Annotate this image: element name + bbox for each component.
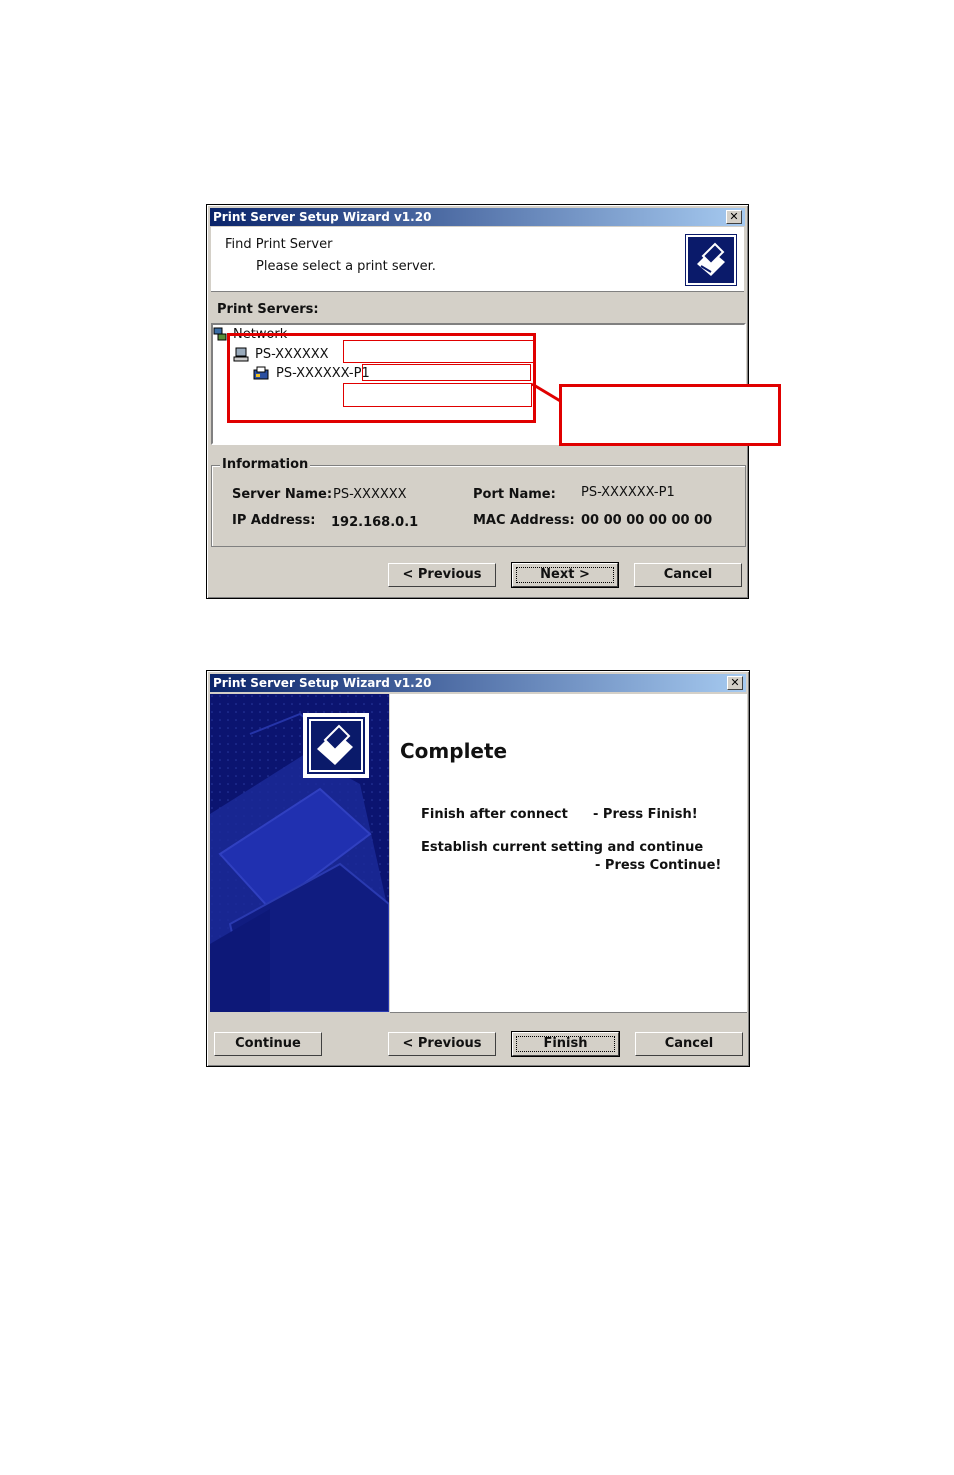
dialog-title-bar: Print Server Setup Wizard v1.20 ✕ <box>210 208 745 226</box>
previous-button[interactable]: < Previous <box>388 1032 496 1056</box>
ip-address-value: 192.168.0.1 <box>331 515 419 530</box>
cancel-button[interactable]: Cancel <box>635 1032 743 1056</box>
dialog-title: Print Server Setup Wizard v1.20 <box>213 676 432 690</box>
wizard-header: Find Print Server Please select a print … <box>211 227 744 292</box>
close-icon: ✕ <box>730 676 740 689</box>
wizard-sidebar-image <box>210 694 389 1012</box>
continue-button[interactable]: Continue <box>214 1032 322 1056</box>
previous-button[interactable]: < Previous <box>388 563 496 587</box>
finish-instruction: Finish after connect <box>421 807 568 822</box>
finish-button[interactable]: Finish <box>511 1031 620 1057</box>
close-button[interactable]: ✕ <box>727 676 743 690</box>
press-finish-text: - Press Finish! <box>593 807 698 822</box>
mac-address-value: 00 00 00 00 00 00 <box>581 513 713 528</box>
printer-icon <box>685 234 737 286</box>
information-group: Information Server Name: PS-XXXXXX Port … <box>211 457 746 547</box>
annotation-empty-box <box>343 383 532 407</box>
annotation-server-box <box>343 340 534 363</box>
dialog-title: Print Server Setup Wizard v1.20 <box>213 210 432 224</box>
header-subtitle: Please select a print server. <box>256 259 436 274</box>
focus-rect <box>516 567 614 583</box>
press-continue-text: - Press Continue! <box>595 858 722 873</box>
complete-heading: Complete <box>400 739 508 763</box>
complete-dialog: Print Server Setup Wizard v1.20 ✕ Comple… <box>206 670 750 1067</box>
information-legend: Information <box>220 457 311 472</box>
port-name-value: PS-XXXXXX-P1 <box>581 485 675 500</box>
server-name-label: Server Name: <box>232 487 333 502</box>
printer-logo-icon <box>303 713 369 778</box>
port-name-label: Port Name: <box>473 487 556 502</box>
network-icon <box>213 327 227 341</box>
ip-address-label: IP Address: <box>232 513 316 528</box>
annotation-port-box <box>362 364 531 381</box>
focus-rect <box>516 1036 615 1052</box>
mac-address-label: MAC Address: <box>473 513 575 528</box>
dialog-title-bar: Print Server Setup Wizard v1.20 ✕ <box>210 674 746 692</box>
server-name-value: PS-XXXXXX <box>333 487 407 502</box>
wizard-content-panel: Complete Finish after connect - Press Fi… <box>390 694 747 1013</box>
close-button[interactable]: ✕ <box>726 210 742 224</box>
cancel-button[interactable]: Cancel <box>634 563 742 587</box>
continue-instruction: Establish current setting and continue <box>421 840 704 855</box>
close-icon: ✕ <box>729 210 739 223</box>
print-servers-label: Print Servers: <box>217 302 319 317</box>
next-button[interactable]: Next > <box>511 562 619 588</box>
annotation-callout-box <box>559 384 781 446</box>
header-title: Find Print Server <box>225 237 333 252</box>
